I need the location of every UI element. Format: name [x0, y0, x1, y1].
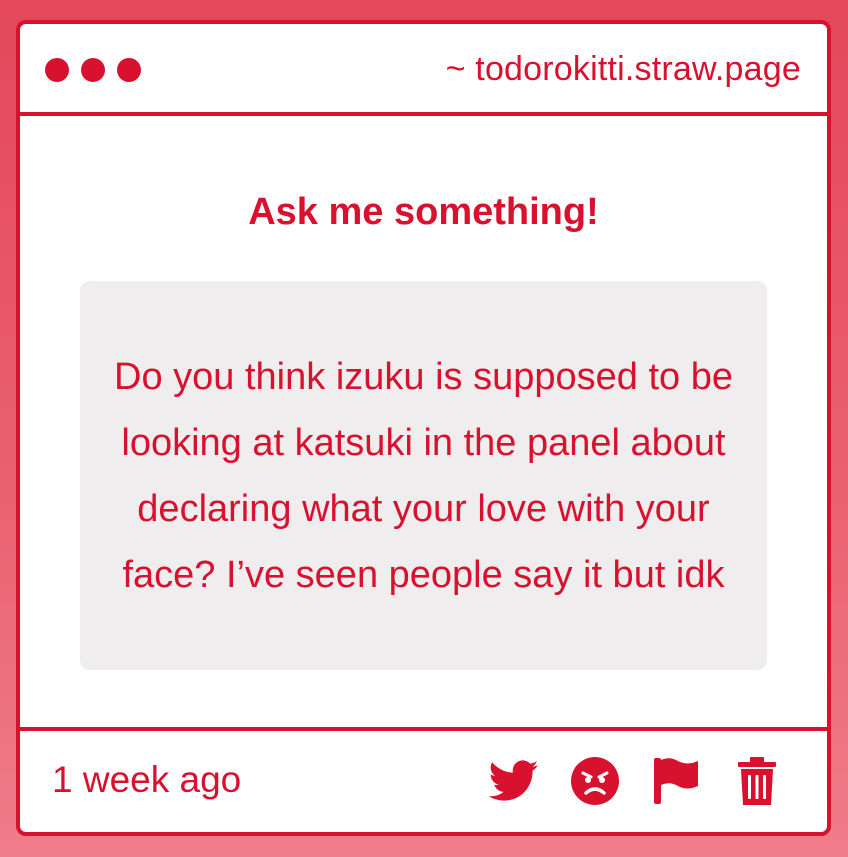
trash-icon [738, 757, 776, 805]
action-bar [488, 755, 783, 807]
flag-icon [654, 758, 698, 804]
page-url: ~ todorokitti.straw.page [445, 50, 801, 88]
window-controls [45, 58, 141, 82]
twitter-icon [489, 760, 539, 801]
page-title: Ask me something! [248, 191, 599, 233]
window-dot-2[interactable] [81, 58, 105, 82]
report-button[interactable] [650, 755, 702, 807]
window-dot-3[interactable] [117, 58, 141, 82]
question-text: Do you think izuku is supposed to be loo… [114, 355, 733, 596]
card-footer: 1 week ago [20, 727, 827, 832]
delete-button[interactable] [731, 755, 783, 807]
block-button[interactable] [569, 755, 621, 807]
angry-face-icon [571, 757, 619, 805]
main-content: Ask me something! Do you think izuku is … [20, 116, 827, 731]
share-twitter-button[interactable] [488, 755, 540, 807]
question-box: Do you think izuku is supposed to be loo… [80, 281, 767, 670]
timestamp: 1 week ago [52, 759, 242, 800]
question-card: ~ todorokitti.straw.page Ask me somethin… [16, 20, 831, 836]
window-dot-1[interactable] [45, 58, 69, 82]
window-titlebar: ~ todorokitti.straw.page [20, 24, 827, 116]
